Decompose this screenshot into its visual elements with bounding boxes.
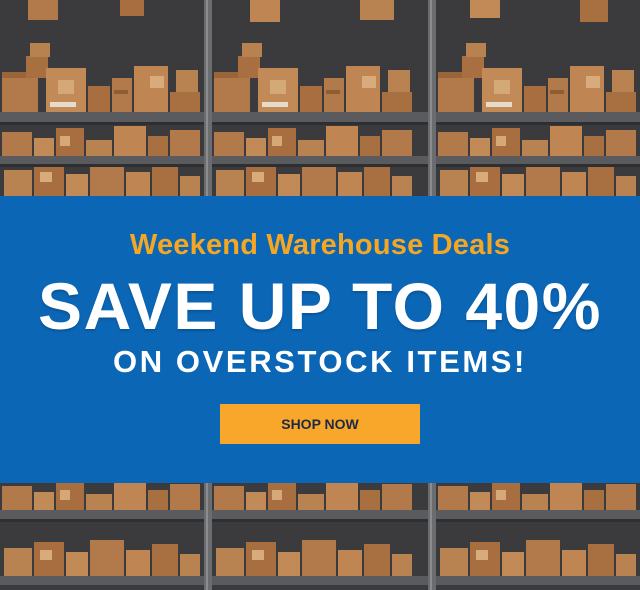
promo-subtitle: Weekend Warehouse Deals	[129, 229, 511, 261]
promo-banner: Weekend Warehouse Deals SAVE UP TO 40% O…	[0, 0, 640, 590]
promo-headline: SAVE UP TO 40%	[38, 269, 602, 343]
shop-now-button[interactable]: SHOP NOW	[220, 404, 420, 444]
promo-tagline: ON OVERSTOCK ITEMS!	[113, 344, 527, 379]
